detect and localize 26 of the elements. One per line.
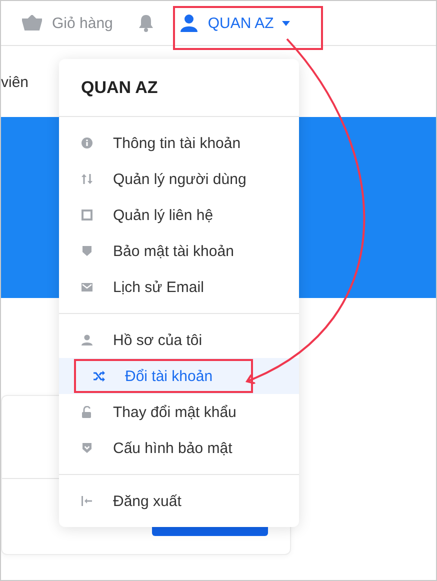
person-icon: [180, 14, 198, 32]
square-icon: [81, 209, 93, 221]
menu-item[interactable]: Lịch sử Email: [59, 269, 299, 305]
shield-icon: [81, 245, 93, 257]
menu-item[interactable]: Cấu hình bảo mật: [59, 430, 299, 466]
unlocked-padlock-icon: [81, 406, 93, 418]
caret-icon: [282, 20, 290, 26]
menu-item[interactable]: Hồ sơ của tôi: [59, 322, 299, 358]
up-down-arrows-icon: [81, 173, 93, 185]
person-icon: [81, 334, 93, 346]
shield-icon: [81, 442, 93, 454]
menu-item[interactable]: Thông tin tài khoản: [59, 125, 299, 161]
menu-item[interactable]: Quản lý người dùng: [59, 161, 299, 197]
page-text: viên: [1, 74, 29, 91]
shuffle-icon: [93, 370, 105, 382]
menu-item[interactable]: Quản lý liên hệ: [59, 197, 299, 233]
logout-icon: [81, 495, 93, 507]
menu-title: QUAN AZ: [80, 77, 159, 99]
basket-icon[interactable]: [22, 15, 42, 31]
bell-icon[interactable]: [138, 14, 154, 32]
user-menu-button[interactable]: QUAN AZ: [180, 14, 290, 32]
menu-item[interactable]: Đăng xuất: [59, 483, 299, 519]
info-icon: [81, 137, 93, 149]
envelope-icon: [81, 281, 93, 293]
menu-item[interactable]: Thay đổi mật khẩu: [59, 394, 299, 430]
menu-item[interactable]: Bảo mật tài khoản: [59, 233, 299, 269]
